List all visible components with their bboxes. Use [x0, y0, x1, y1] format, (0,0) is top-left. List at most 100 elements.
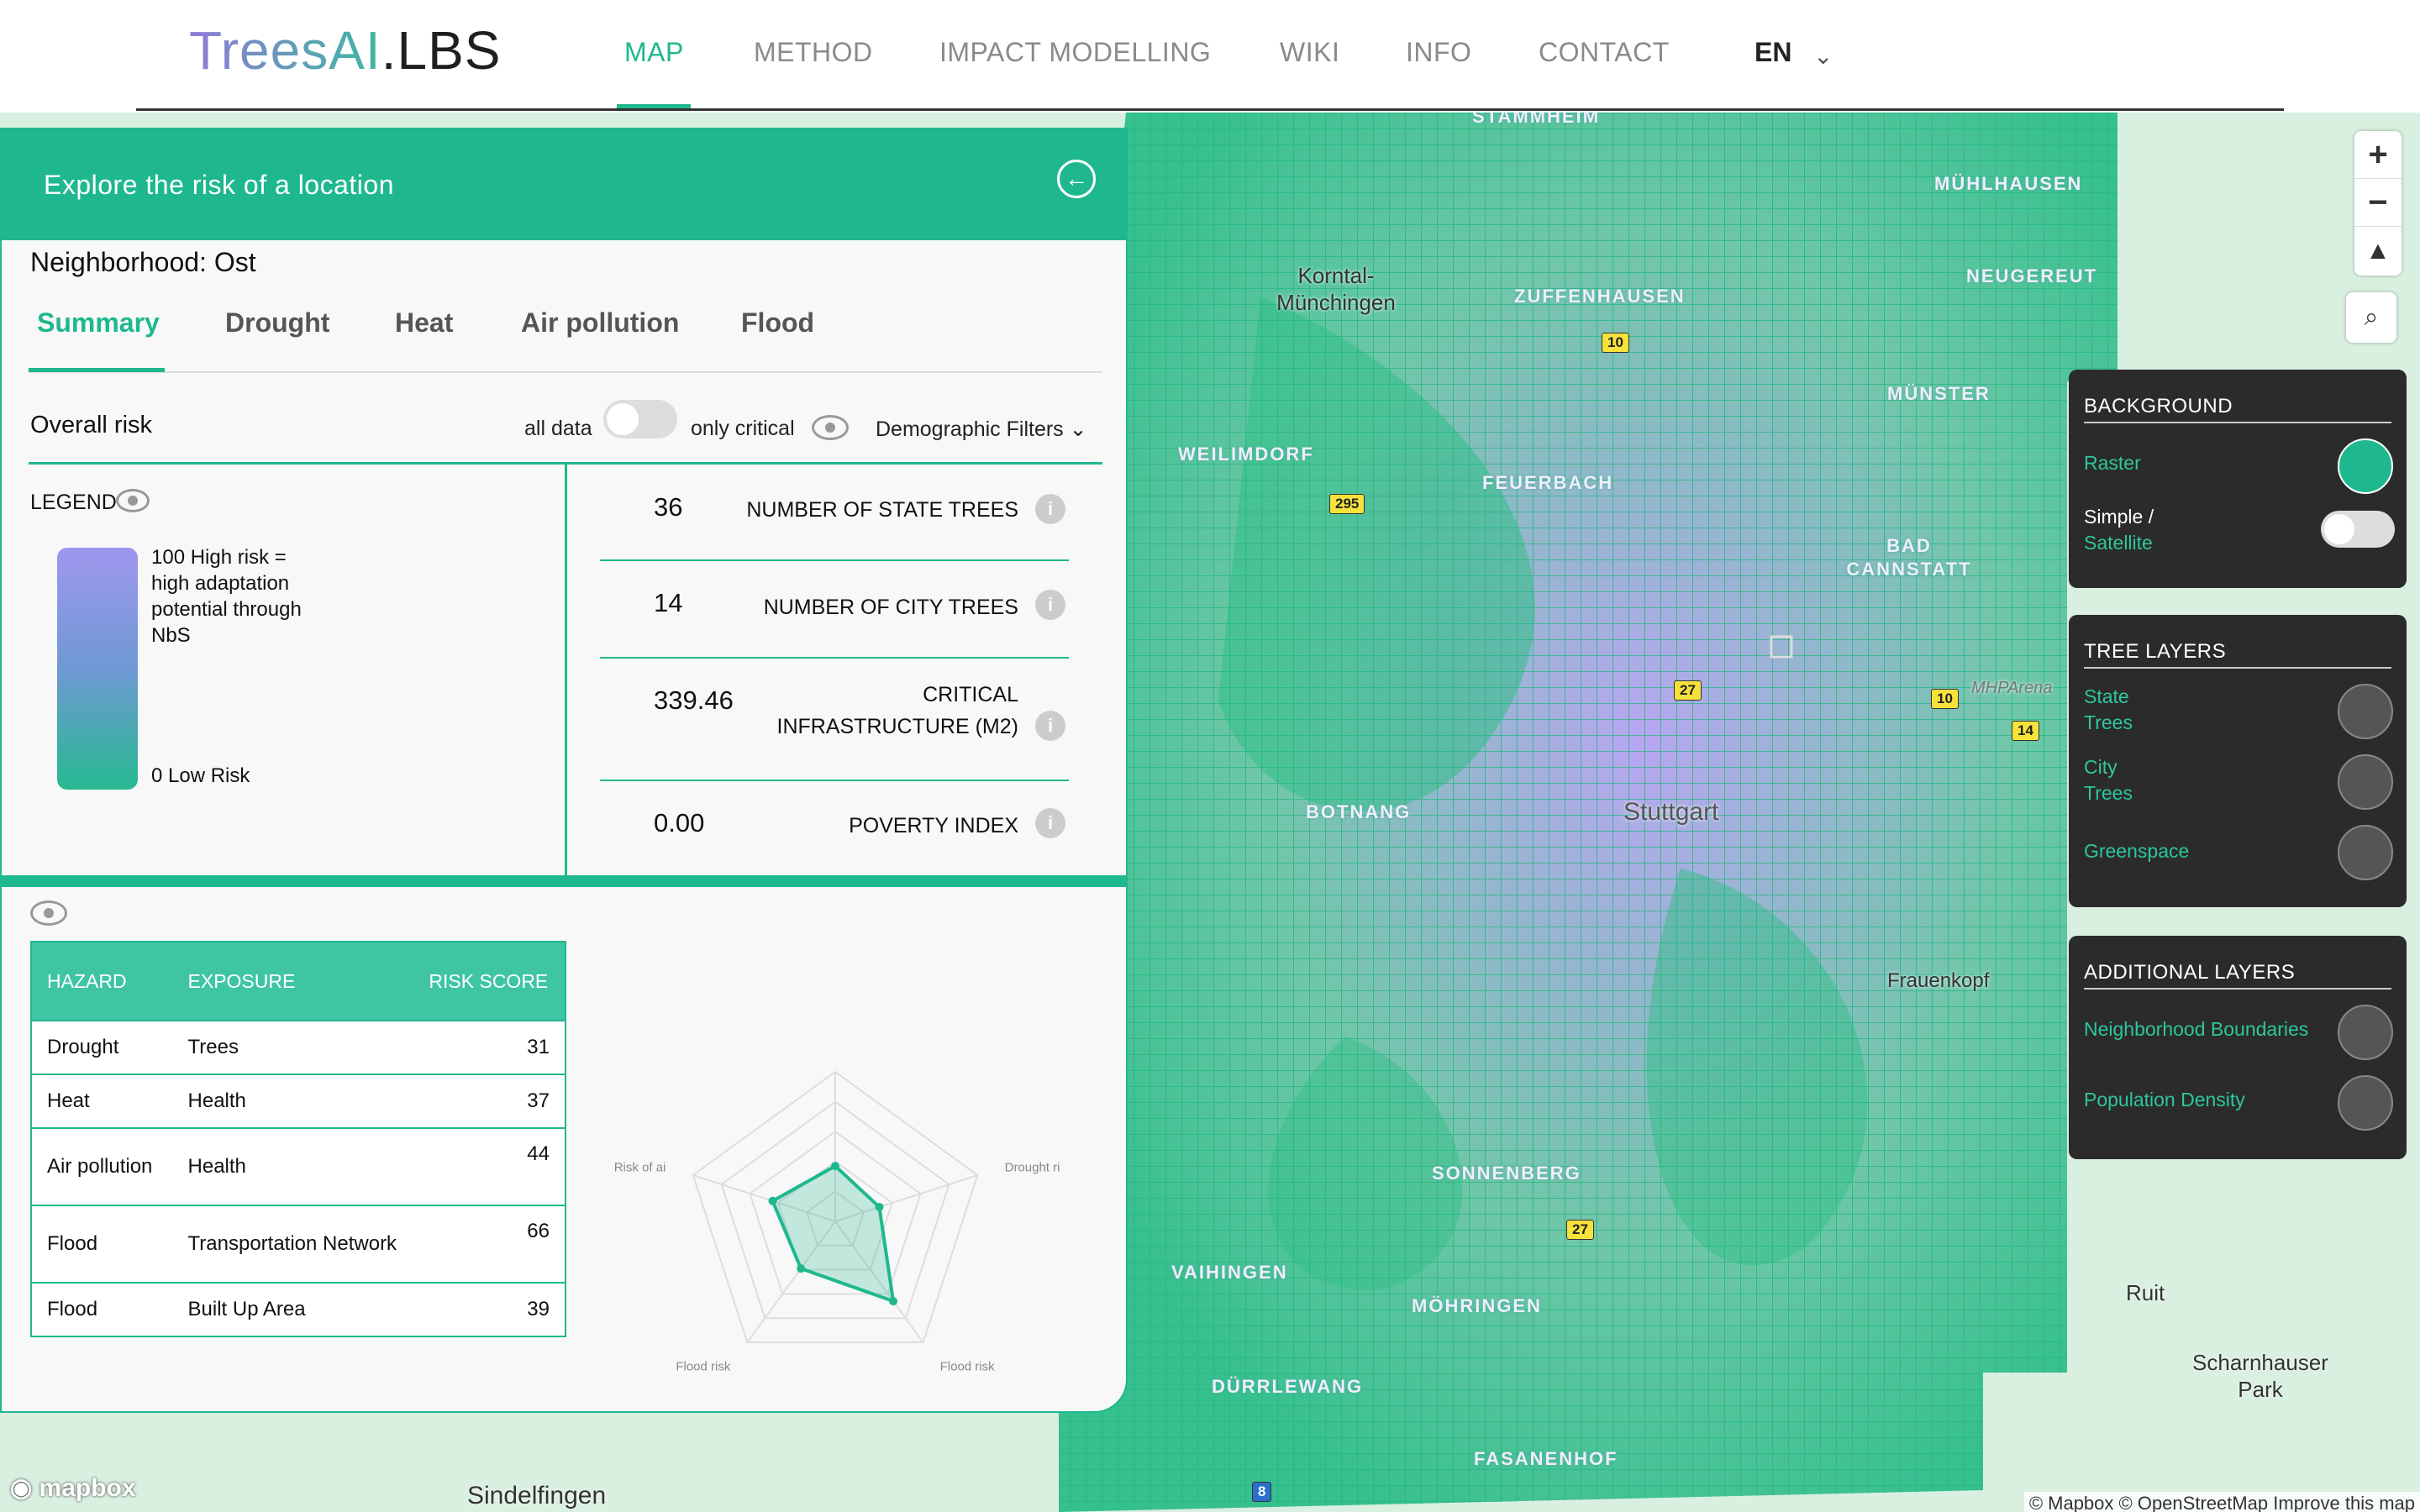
- radar-axis-label: Drought ri: [1005, 1160, 1060, 1174]
- table-row: Air pollution Health 44: [31, 1127, 566, 1205]
- divider: [2084, 422, 2391, 423]
- eye-icon[interactable]: [812, 415, 849, 440]
- hazard-cell: Heat: [31, 1074, 173, 1128]
- chevron-down-icon: ⌄: [1069, 417, 1087, 441]
- app-root: STAMMHEIM MÜHLHAUSEN NEUGEREUT ZUFFENHAU…: [0, 0, 2420, 1512]
- legend-title: LEGEND: [30, 491, 117, 515]
- nav-impact-modelling[interactable]: IMPACT MODELLING: [939, 37, 1211, 68]
- legend-gradient-bar: [57, 548, 138, 790]
- map-attribution[interactable]: © Mapbox © OpenStreetMap Improve this ma…: [2023, 1492, 2420, 1512]
- eye-icon[interactable]: [30, 900, 67, 926]
- raster-toggle[interactable]: [2338, 438, 2393, 494]
- map-place-frauenkopf: Frauenkopf: [1887, 969, 1990, 992]
- city-trees-toggle[interactable]: [2338, 754, 2393, 810]
- compass-button[interactable]: ▲: [2354, 227, 2402, 275]
- table-row: Flood Transportation Network 66: [31, 1205, 566, 1283]
- map-label-muenster: MÜNSTER: [1887, 383, 1991, 404]
- risk-panel-title: Explore the risk of a location: [44, 170, 394, 200]
- raster-label: Raster: [2084, 452, 2141, 474]
- demographic-filters-dropdown[interactable]: Demographic Filters ⌄: [876, 417, 1087, 442]
- radar-point: [875, 1202, 884, 1211]
- divider: [600, 559, 1069, 561]
- critical-infrastructure-value: 339.46: [654, 685, 734, 715]
- risk-score-cell: 66: [413, 1205, 566, 1283]
- zoom-out-button[interactable]: −: [2354, 179, 2402, 227]
- search-icon: ⌕: [2364, 303, 2379, 331]
- divider: [600, 657, 1069, 659]
- nav-contact[interactable]: CONTACT: [1539, 37, 1670, 68]
- nav-info[interactable]: INFO: [1406, 37, 1471, 68]
- mapbox-logo[interactable]: ◉ mapbox: [10, 1473, 136, 1503]
- legend-eye-icon[interactable]: [116, 489, 150, 512]
- info-icon[interactable]: i: [1035, 711, 1065, 741]
- satellite-toggle[interactable]: [2321, 511, 2395, 548]
- additional-layers-panel: ADDITIONAL LAYERS Neighborhood Boundarie…: [2069, 936, 2407, 1159]
- site-logo[interactable]: TreesAI.LBS: [189, 20, 501, 81]
- tab-divider: [29, 371, 1102, 373]
- column-hazard: HAZARD: [31, 942, 173, 1021]
- legend-label-text: LEGEND: [30, 491, 117, 514]
- map-place-ruit: Ruit: [2126, 1280, 2165, 1305]
- city-trees-label-2: Trees: [2084, 782, 2133, 804]
- info-icon[interactable]: i: [1035, 590, 1065, 620]
- tree-layers-panel: TREE LAYERS State Trees City Trees Greensp…: [2069, 615, 2407, 907]
- demographic-filters-label: Demographic Filters: [876, 417, 1064, 441]
- road-sign-27b: 27: [1566, 1220, 1594, 1240]
- exposure-cell: Trees: [172, 1020, 414, 1074]
- radar-series-area: [770, 1163, 896, 1305]
- tab-heat[interactable]: Heat: [395, 307, 453, 339]
- map-search-button[interactable]: ⌕: [2346, 292, 2396, 343]
- greenspace-toggle[interactable]: [2338, 825, 2393, 880]
- legend-high-label: 100 High risk = high adaptation potentia…: [151, 546, 302, 647]
- logo-trees: TreesAI: [189, 20, 381, 81]
- radar-point: [797, 1264, 806, 1273]
- poverty-index-value: 0.00: [654, 808, 705, 837]
- info-icon[interactable]: i: [1035, 808, 1065, 838]
- nav-map[interactable]: MAP: [624, 37, 684, 68]
- collapse-panel-icon[interactable]: ←: [1057, 160, 1096, 198]
- radar-point: [889, 1297, 898, 1306]
- info-icon[interactable]: i: [1035, 494, 1065, 524]
- table-row: Drought Trees 31: [31, 1020, 566, 1074]
- state-trees-label: NUMBER OF STATE TREES: [746, 498, 1018, 522]
- radar-point: [831, 1162, 839, 1171]
- tab-flood[interactable]: Flood: [741, 307, 814, 339]
- tab-air-pollution[interactable]: Air pollution: [521, 307, 679, 339]
- divider: [2084, 988, 2391, 990]
- map-place-mhparena: MHPArena: [1971, 679, 2053, 697]
- site-header: TreesAI.LBS MAP METHOD IMPACT MODELLING …: [0, 0, 2420, 113]
- zoom-in-button[interactable]: +: [2354, 131, 2402, 179]
- risk-score-cell: 31: [413, 1020, 566, 1074]
- logo-lbs: .LBS: [381, 20, 502, 81]
- zoom-controls: + − ▲: [2354, 131, 2402, 276]
- map-label-vaihingen: VAIHINGEN: [1171, 1262, 1288, 1283]
- table-row: Heat Health 37: [31, 1074, 566, 1128]
- map-label-fasanenhof: FASANENHOF: [1474, 1448, 1618, 1469]
- state-trees-toggle[interactable]: [2338, 684, 2393, 739]
- exposure-cell: Health: [172, 1074, 414, 1128]
- risk-score-cell: 44: [413, 1127, 566, 1205]
- tab-summary[interactable]: Summary: [37, 307, 160, 339]
- map-label-sonnenberg: SONNENBERG: [1432, 1163, 1581, 1184]
- critical-filter-toggle[interactable]: [603, 400, 677, 438]
- nav-method[interactable]: METHOD: [754, 37, 873, 68]
- language-selector[interactable]: EN: [1754, 37, 1791, 68]
- section-divider: [2, 875, 1126, 887]
- population-density-toggle[interactable]: [2338, 1075, 2393, 1131]
- city-trees-value: 14: [654, 588, 683, 617]
- map-label-muehlhausen: MÜHLHAUSEN: [1934, 173, 2083, 194]
- neighborhood-name: Neighborhood: Ost: [30, 247, 256, 277]
- header-divider: [136, 108, 2284, 111]
- map-place-scharnhauser-park: Scharnhauser Park: [2192, 1350, 2328, 1402]
- legend-low-label: 0 Low Risk: [151, 764, 250, 787]
- satellite-label: Satellite: [2084, 532, 2153, 554]
- road-sign-8: 8: [1252, 1482, 1272, 1502]
- hazard-cell: Drought: [31, 1020, 173, 1074]
- map-label-neugereut: NEUGEREUT: [1966, 265, 2098, 286]
- neighborhood-boundaries-toggle[interactable]: [2338, 1005, 2393, 1060]
- chevron-down-icon[interactable]: ⌄: [1813, 42, 1833, 70]
- exposure-cell: Transportation Network: [172, 1205, 414, 1283]
- nav-wiki[interactable]: WIKI: [1280, 37, 1339, 68]
- tab-drought[interactable]: Drought: [225, 307, 329, 339]
- vertical-divider: [565, 464, 567, 875]
